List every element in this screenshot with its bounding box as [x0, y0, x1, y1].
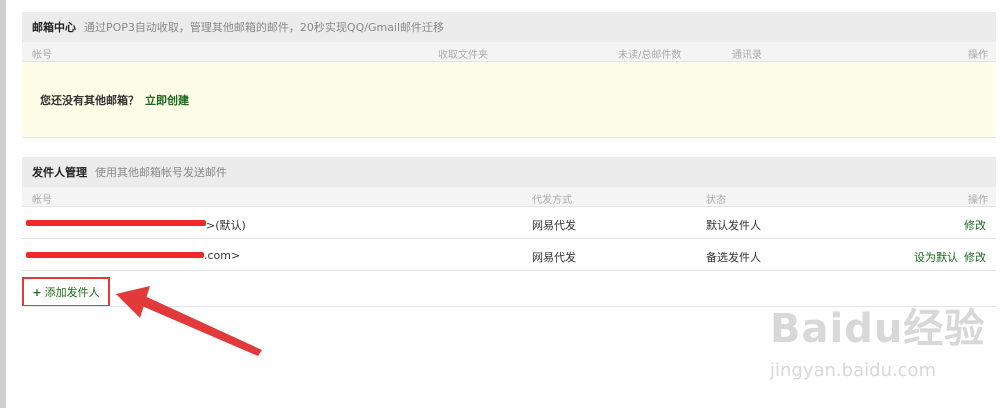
arrow-head [116, 286, 150, 318]
baidu-watermark: Baidu经验 jingyan.baidu.com [760, 296, 990, 396]
watermark-brand: Baidu经验 [770, 306, 986, 352]
arrow-shaft [128, 292, 262, 356]
watermark-url: jingyan.baidu.com [770, 360, 937, 381]
